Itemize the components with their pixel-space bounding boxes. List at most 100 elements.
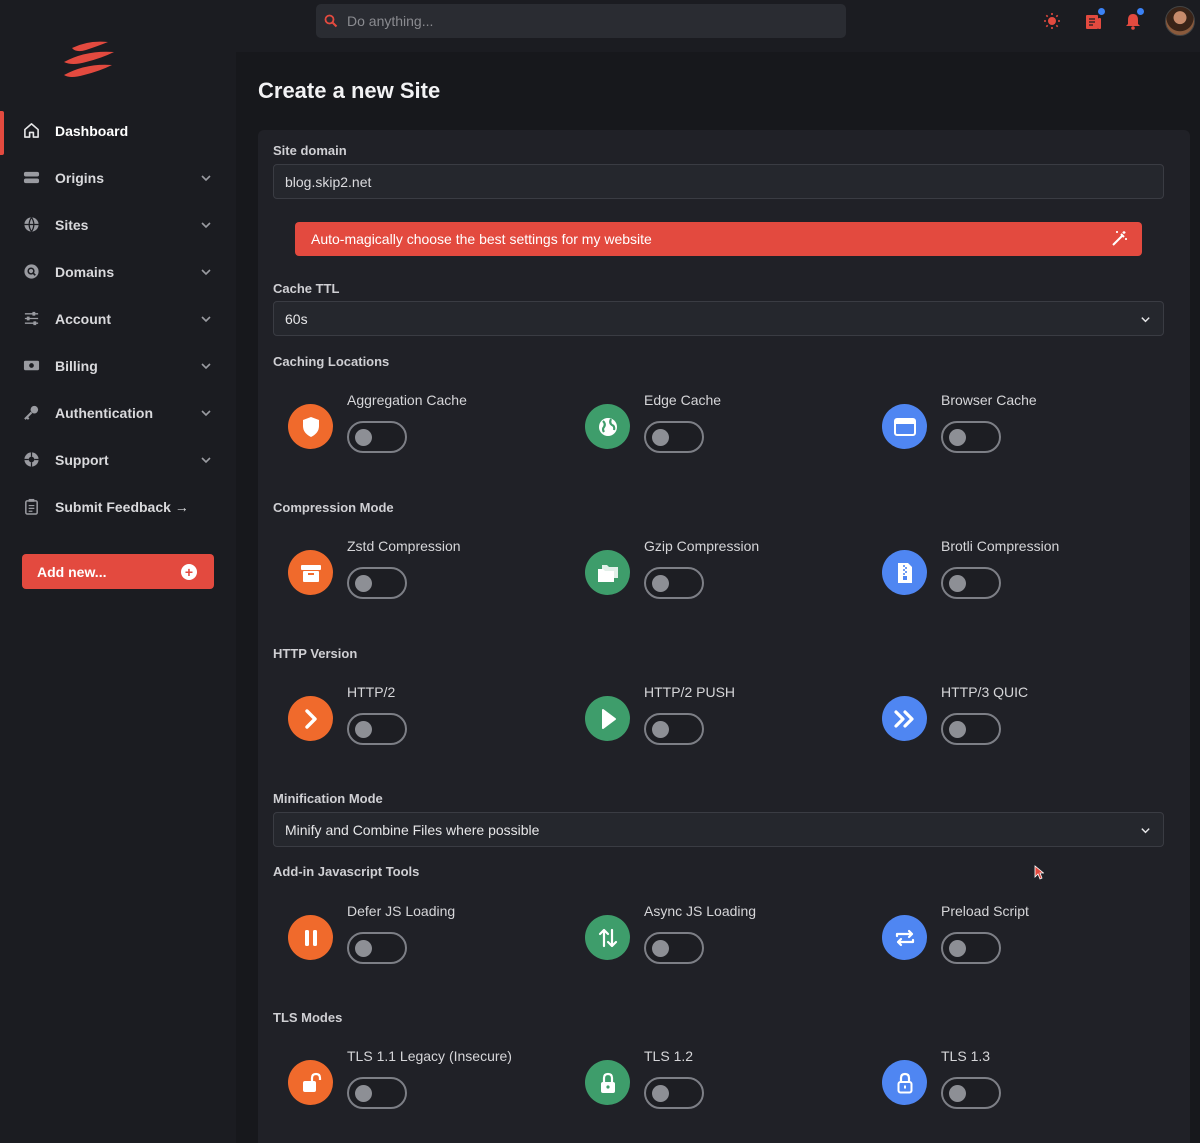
minification-mode-select[interactable]: Minify and Combine Files where possible [273, 812, 1164, 847]
http-version-label: HTTP Version [273, 646, 358, 661]
sidebar-item-authentication[interactable]: Authentication [0, 389, 236, 436]
option-name: HTTP/2 [347, 684, 396, 700]
mouse-cursor-icon [1034, 865, 1044, 880]
notification-dot [1137, 8, 1144, 15]
archive-box-icon [288, 550, 333, 595]
unlock-icon [288, 1060, 333, 1105]
chevron-down-icon[interactable] [200, 172, 212, 184]
compression-mode-label: Compression Mode [273, 500, 394, 515]
option-name: TLS 1.1 Legacy (Insecure) [347, 1048, 512, 1064]
browser-cache-toggle[interactable] [941, 421, 1001, 453]
auto-settings-button[interactable]: Auto-magically choose the best settings … [295, 222, 1142, 256]
zstd-compression-toggle[interactable] [347, 567, 407, 599]
chevron-down-icon[interactable] [200, 407, 212, 419]
chevron-down-icon[interactable] [200, 360, 212, 372]
sidebar-item-account[interactable]: Account [0, 295, 236, 342]
async-js-toggle[interactable] [644, 932, 704, 964]
browser-window-icon [882, 404, 927, 449]
clipboard-icon [22, 498, 40, 516]
sidebar-item-label: Domains [55, 263, 115, 280]
http2-push-toggle[interactable] [644, 713, 704, 745]
add-new-button[interactable]: Add new... + [22, 554, 214, 589]
option-aggregation-cache: Aggregation Cache [273, 388, 563, 478]
server-icon [22, 169, 40, 187]
option-name: Gzip Compression [644, 538, 760, 554]
option-name: Aggregation Cache [347, 392, 467, 408]
shield-icon [288, 404, 333, 449]
option-gzip-compression: Gzip Compression [570, 534, 860, 624]
sidebar-item-billing[interactable]: Billing [0, 342, 236, 389]
sun-icon[interactable] [1041, 10, 1063, 32]
page-title: Create a new Site [258, 78, 441, 103]
magic-wand-icon [1112, 231, 1127, 246]
brand-logo[interactable] [58, 38, 118, 80]
sidebar-item-label: Billing [55, 357, 98, 374]
option-tls-1-2: TLS 1.2 [570, 1044, 860, 1134]
sidebar-item-label: Support [55, 451, 109, 468]
chevron-down-icon[interactable] [200, 219, 212, 231]
edge-cache-toggle[interactable] [644, 421, 704, 453]
tls-1-1-toggle[interactable] [347, 1077, 407, 1109]
lifebuoy-icon [22, 451, 40, 469]
option-name: HTTP/3 QUIC [941, 684, 1029, 700]
option-name: Zstd Compression [347, 538, 461, 554]
chevron-down-icon[interactable] [200, 266, 212, 278]
sidebar-item-domains[interactable]: Domains [0, 248, 236, 295]
site-domain-input[interactable]: blog.skip2.net [273, 164, 1164, 199]
option-name: TLS 1.2 [644, 1048, 694, 1064]
home-icon [22, 122, 40, 140]
sidebar-item-label: Origins [55, 169, 105, 186]
preload-script-toggle[interactable] [941, 932, 1001, 964]
sidebar: Dashboard Origins Sites Domains Account … [0, 0, 236, 1143]
globe-icon [22, 216, 40, 234]
news-icon[interactable] [1082, 8, 1105, 32]
lock-outline-icon [882, 1060, 927, 1105]
http3-quic-toggle[interactable] [941, 713, 1001, 745]
sidebar-item-label: Dashboard [55, 122, 129, 139]
tls-modes-label: TLS Modes [273, 1010, 343, 1025]
option-http3-quic: HTTP/3 QUIC [867, 680, 1157, 770]
option-name: Edge Cache [644, 392, 722, 408]
brotli-compression-toggle[interactable] [941, 567, 1001, 599]
cache-ttl-label: Cache TTL [273, 281, 340, 296]
repeat-arrows-icon [882, 915, 927, 960]
defer-js-toggle[interactable] [347, 932, 407, 964]
caching-locations-label: Caching Locations [273, 354, 390, 369]
tls-1-3-toggle[interactable] [941, 1077, 1001, 1109]
sidebar-item-label: Authentication [55, 404, 153, 421]
search-bar[interactable] [316, 4, 846, 38]
sidebar-item-label: Account [55, 310, 111, 327]
sidebar-item-dashboard[interactable]: Dashboard [0, 107, 236, 155]
cache-ttl-select[interactable]: 60s [273, 301, 1164, 336]
sidebar-item-origins[interactable]: Origins [0, 154, 236, 201]
lock-icon [585, 1060, 630, 1105]
sidebar-item-submit-feedback[interactable]: Submit Feedback → [0, 483, 236, 530]
option-tls-1-3: TLS 1.3 [867, 1044, 1157, 1134]
add-new-label: Add new... [37, 563, 107, 580]
option-browser-cache: Browser Cache [867, 388, 1157, 478]
chevron-down-icon[interactable] [200, 454, 212, 466]
site-domain-label: Site domain [273, 143, 347, 158]
aggregation-cache-toggle[interactable] [347, 421, 407, 453]
pause-icon [288, 915, 333, 960]
create-site-form: Site domain blog.skip2.net Auto-magicall… [258, 130, 1190, 1143]
sidebar-item-label: Sites [55, 216, 89, 233]
chevron-down-icon[interactable] [200, 313, 212, 325]
option-preload-script: Preload Script [867, 899, 1157, 989]
http2-toggle[interactable] [347, 713, 407, 745]
bell-icon[interactable] [1122, 8, 1144, 32]
sidebar-item-sites[interactable]: Sites [0, 201, 236, 248]
search-input[interactable] [347, 13, 827, 29]
sidebar-item-support[interactable]: Support [0, 436, 236, 483]
option-http2-push: HTTP/2 PUSH [570, 680, 860, 770]
gzip-compression-toggle[interactable] [644, 567, 704, 599]
option-name: HTTP/2 PUSH [644, 684, 736, 700]
app: Dashboard Origins Sites Domains Account … [0, 0, 1200, 1143]
option-zstd-compression: Zstd Compression [273, 534, 563, 624]
cache-ttl-value: 60s [285, 310, 308, 327]
user-avatar[interactable] [1165, 6, 1195, 36]
tls-1-2-toggle[interactable] [644, 1077, 704, 1109]
option-async-js: Async JS Loading [570, 899, 860, 989]
option-name: TLS 1.3 [941, 1048, 991, 1064]
folders-icon [585, 550, 630, 595]
